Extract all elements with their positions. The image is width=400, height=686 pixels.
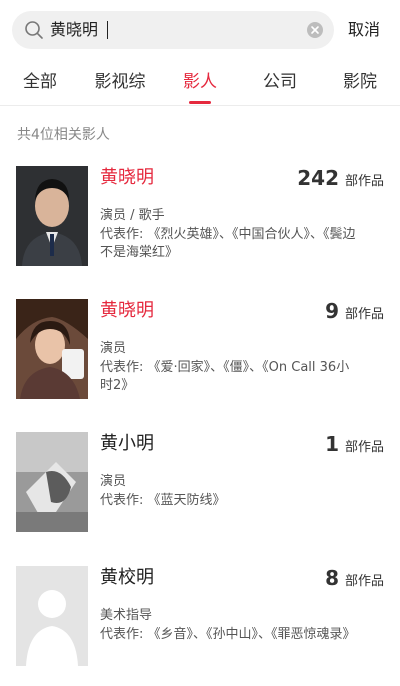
- cancel-button[interactable]: 取消: [348, 11, 380, 49]
- search-box[interactable]: 黄晓明: [12, 11, 334, 49]
- tab-people[interactable]: 影人: [172, 62, 228, 106]
- person-name: 黄校明: [100, 567, 154, 588]
- text-caret: [107, 21, 108, 39]
- avatar: [16, 299, 88, 399]
- person-item[interactable]: 黄校明 8 部作品 美术指导 代表作: 《乡音》、《孙中山》、《罪恶惊魂录》: [0, 566, 400, 676]
- tab-film-tv-variety[interactable]: 影视综: [86, 62, 154, 106]
- avatar: [16, 432, 88, 532]
- person-name: 黄晓明: [100, 167, 154, 188]
- person-name: 黄晓明: [100, 300, 154, 321]
- search-input[interactable]: 黄晓明: [50, 11, 98, 49]
- category-tabs: 全部 影视综 影人 公司 影院: [0, 62, 400, 106]
- works-count-unit: 部作品: [344, 440, 384, 455]
- person-item[interactable]: 黄小明 1 部作品 演员 代表作: 《蓝天防线》: [0, 432, 400, 542]
- works-count-unit: 部作品: [344, 307, 384, 322]
- works-count-unit: 部作品: [344, 574, 384, 589]
- tab-cinema[interactable]: 影院: [332, 62, 388, 106]
- works-count: 1 部作品: [325, 432, 384, 456]
- search-icon: [25, 21, 43, 39]
- works-count-number: 9: [325, 299, 339, 323]
- representative-works: 代表作: 《蓝天防线》: [100, 493, 226, 508]
- works-count-unit: 部作品: [344, 174, 384, 189]
- person-role: 演员 / 歌手: [100, 208, 165, 223]
- works-count-number: 8: [325, 566, 339, 590]
- clear-icon[interactable]: [306, 21, 324, 39]
- works-count: 8 部作品: [325, 566, 384, 590]
- tab-company[interactable]: 公司: [252, 62, 308, 106]
- result-count: 共4位相关影人: [17, 127, 110, 143]
- person-role: 美术指导: [100, 608, 153, 623]
- works-count: 242 部作品: [297, 166, 384, 190]
- works-count-number: 1: [325, 432, 339, 456]
- works-count: 9 部作品: [325, 299, 384, 323]
- search-bar: 黄晓明 取消: [0, 0, 400, 62]
- active-tab-indicator: [189, 101, 211, 104]
- person-item[interactable]: 黄晓明 242 部作品 演员 / 歌手 代表作: 《烈火英雄》、《中国合伙人》、…: [0, 166, 400, 276]
- representative-works: 代表作: 《烈火英雄》、《中国合伙人》、《鬓边不是海棠红》: [100, 227, 356, 260]
- works-count-number: 242: [297, 166, 339, 190]
- tab-all[interactable]: 全部: [12, 62, 68, 106]
- avatar: [16, 166, 88, 266]
- representative-works: 代表作: 《乡音》、《孙中山》、《罪恶惊魂录》: [100, 627, 356, 642]
- person-role: 演员: [100, 474, 127, 489]
- person-role: 演员: [100, 341, 127, 356]
- representative-works: 代表作: 《爱·回家》、《僵》、《On Call 36小时2》: [100, 360, 350, 393]
- person-item[interactable]: 黄晓明 9 部作品 演员 代表作: 《爱·回家》、《僵》、《On Call 36…: [0, 299, 400, 409]
- avatar-placeholder: [16, 566, 88, 666]
- person-name: 黄小明: [100, 433, 154, 454]
